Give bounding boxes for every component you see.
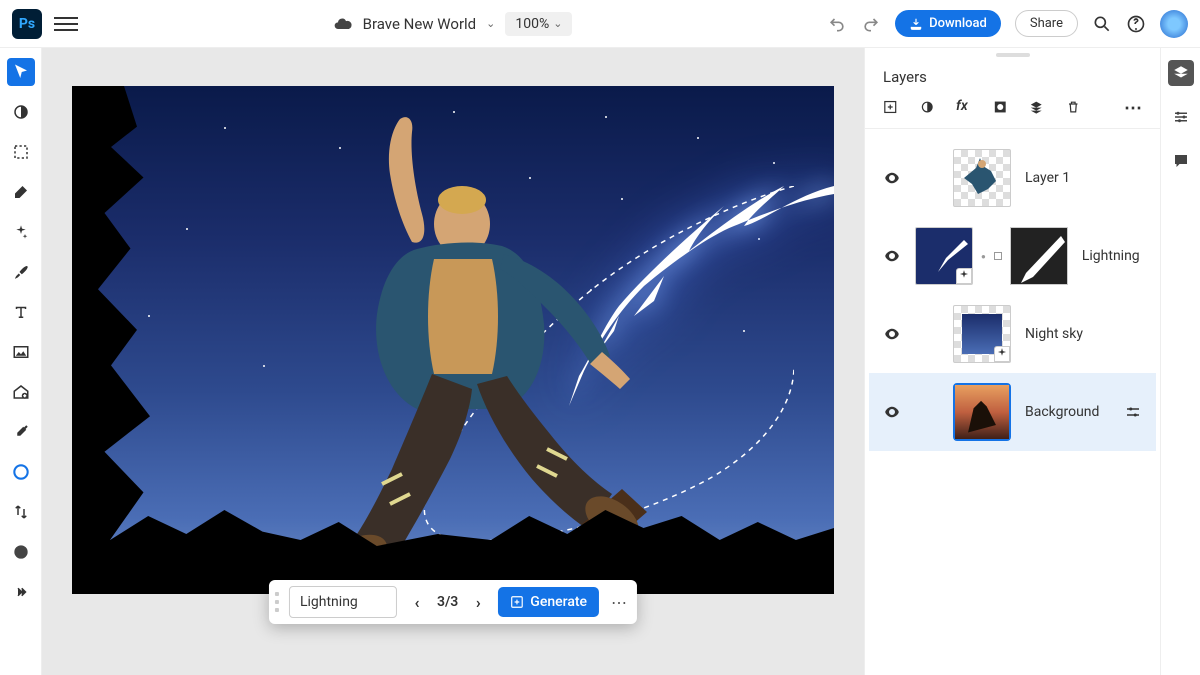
mask-link-icon[interactable] [994,252,1002,260]
layer-row[interactable]: Layer 1 [869,139,1156,217]
properties-tab-icon[interactable] [1168,104,1194,130]
layer-mask-thumbnail[interactable] [1010,227,1068,285]
menu-button[interactable] [54,12,78,36]
tool-more[interactable] [7,578,35,606]
search-icon[interactable] [1092,14,1112,34]
doc-chevron-icon[interactable]: ⌄ [486,17,495,30]
layer-name: Layer 1 [1025,170,1070,186]
adjustment-layer-button[interactable] [920,98,935,116]
visibility-toggle[interactable] [883,403,901,421]
canvas-area: ‹ 3/3 › Generate ⋯ [42,48,864,675]
cloud-icon [333,14,353,34]
redo-button[interactable] [861,14,881,34]
app-logo: Ps [12,9,42,39]
tool-sparkle[interactable] [7,218,35,246]
download-button[interactable]: Download [895,10,1001,37]
zoom-select[interactable]: 100%⌄ [505,12,572,36]
prompt-input[interactable] [289,586,397,618]
tool-shape[interactable] [7,458,35,486]
top-bar: Ps Brave New World ⌄ 100%⌄ Download Shar… [0,0,1200,48]
layer-row[interactable]: Background [869,373,1156,451]
layer-row[interactable]: ● Lightning [869,217,1156,295]
layers-panel: Layers fx ⋯ Layer 1 [864,48,1160,675]
layer-thumbnail[interactable] [915,227,973,285]
download-icon [909,17,923,31]
ai-badge-icon [956,268,972,284]
mask-button[interactable] [993,98,1008,116]
delete-layer-button[interactable] [1066,98,1081,116]
drag-grip-icon[interactable] [275,588,281,616]
genfill-more-button[interactable]: ⋯ [607,590,631,614]
tool-rail [0,48,42,675]
fx-button[interactable]: fx [956,98,971,116]
layer-name: Night sky [1025,326,1083,342]
tool-marquee[interactable] [7,138,35,166]
right-rail [1160,48,1200,675]
share-button[interactable]: Share [1015,10,1078,37]
tool-transform[interactable] [7,498,35,526]
layers-list: Layer 1 ● Lightning [865,129,1160,675]
generate-icon [510,595,524,609]
visibility-toggle[interactable] [883,169,901,187]
layer-row[interactable]: Night sky [869,295,1156,373]
doc-header: Brave New World ⌄ 100%⌄ [90,12,815,36]
prev-variation-button[interactable]: ‹ [405,590,429,614]
tool-move[interactable] [7,58,35,86]
generate-button[interactable]: Generate [498,587,599,617]
tool-assets[interactable] [7,378,35,406]
ai-badge-icon [994,346,1010,362]
user-avatar[interactable] [1160,10,1188,38]
tool-image[interactable] [7,338,35,366]
generative-fill-bar: ‹ 3/3 › Generate ⋯ [269,580,637,624]
tool-heal[interactable] [7,178,35,206]
layer-properties-button[interactable] [1124,403,1142,421]
layer-thumbnail[interactable] [953,149,1011,207]
panel-title: Layers [865,62,1160,98]
layer-stack-button[interactable] [1029,98,1044,116]
visibility-toggle[interactable] [883,325,901,343]
document-title[interactable]: Brave New World [363,15,477,33]
tool-brush[interactable] [7,258,35,286]
undo-button[interactable] [827,14,847,34]
comments-tab-icon[interactable] [1168,148,1194,174]
layer-thumbnail[interactable] [953,383,1011,441]
help-icon[interactable] [1126,14,1146,34]
layers-tab-icon[interactable] [1168,60,1194,86]
person-graphic [282,114,652,584]
variation-counter: 3/3 [437,594,458,610]
tool-eyedropper[interactable] [7,418,35,446]
visibility-toggle[interactable] [883,247,901,265]
add-layer-button[interactable] [883,98,898,116]
panel-resize-grip[interactable] [865,48,1160,62]
layers-toolbar: fx ⋯ [865,98,1160,129]
layer-name: Lightning [1082,248,1140,264]
canvas[interactable] [72,86,834,594]
next-variation-button[interactable]: › [466,590,490,614]
layer-name: Background [1025,404,1099,420]
panel-more-button[interactable]: ⋯ [1124,98,1142,116]
layer-thumbnail[interactable] [953,305,1011,363]
tool-color[interactable] [7,538,35,566]
tool-adjust[interactable] [7,98,35,126]
tool-type[interactable] [7,298,35,326]
